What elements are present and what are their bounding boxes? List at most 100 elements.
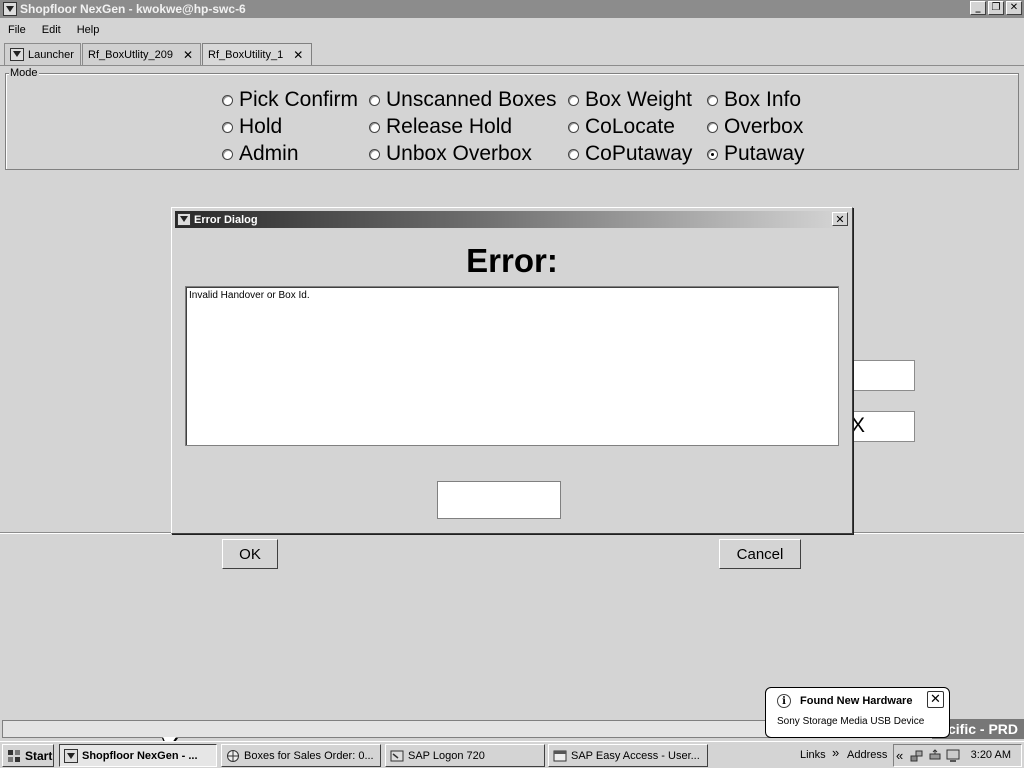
tab-rf-boxutlity-209[interactable]: Rf_BoxUtlity_209 ✕ [82,43,201,65]
radio-box-weight[interactable]: Box Weight [568,88,692,112]
radio-circle [369,94,380,106]
radio-label: CoLocate [585,115,675,138]
dialog-heading: Error: [466,242,558,279]
notification-close-button[interactable]: ✕ [927,691,944,708]
close-window-button[interactable]: ✕ [1006,1,1022,15]
radio-label: Admin [239,142,299,165]
radio-circle [568,94,579,106]
links-toolbar[interactable]: Links [800,749,826,761]
radio-circle [707,94,718,106]
links-chevron-icon[interactable]: » [832,745,839,760]
dialog-title-bar[interactable]: Error Dialog ✕ [175,211,849,228]
taskbar: Start Shopfloor NexGen - ... Boxes for S… [0,741,1024,768]
radio-putaway[interactable]: Putaway [707,142,805,166]
browser-icon [227,749,239,762]
tab-label: Rf_BoxUtlity_209 [88,48,173,61]
tab-rf-boxutility-1[interactable]: Rf_BoxUtility_1 ✕ [202,43,312,66]
mode-legend: Mode [9,67,39,79]
menu-file[interactable]: File [0,21,34,41]
radio-pick-confirm[interactable]: Pick Confirm [222,88,358,112]
info-icon: i [777,694,791,708]
radio-unscanned-boxes[interactable]: Unscanned Boxes [369,88,556,112]
radio-hold[interactable]: Hold [222,115,282,139]
sap-window-icon [553,750,567,761]
radio-colocate[interactable]: CoLocate [568,115,675,139]
dialog-close-button[interactable]: ✕ [832,212,848,226]
tab-content-border [0,65,1024,66]
computer-icon[interactable] [946,749,960,763]
taskbar-button-shopfloor[interactable]: Shopfloor NexGen - ... [59,744,217,767]
radio-label: Box Weight [585,88,692,111]
error-dialog: Error Dialog ✕ Error: Invalid Handover o… [171,207,853,534]
dialog-title: Error Dialog [194,213,258,226]
radio-label: Hold [239,115,283,138]
radio-overbox[interactable]: Overbox [707,115,803,139]
window-title: Shopfloor NexGen - kwokwe@hp-swc-6 [20,2,246,16]
radio-label: Pick Confirm [239,88,359,111]
radio-circle [707,121,718,133]
ok-button[interactable]: OK [222,539,278,569]
clock[interactable]: 3:20 AM [971,749,1011,761]
network-icon[interactable] [910,749,924,763]
address-toolbar[interactable]: Address [847,749,887,761]
radio-label: Putaway [724,142,805,165]
hardware-notification[interactable]: i Found New Hardware ✕ Sony Storage Medi… [765,687,950,738]
notification-text: Sony Storage Media USB Device [777,716,925,727]
cancel-button[interactable]: Cancel [719,539,801,569]
app-icon [10,48,24,61]
input-field-2-value: X [851,414,866,437]
radio-coputaway[interactable]: CoPutaway [568,142,692,166]
tab-label: Rf_BoxUtility_1 [208,49,284,61]
close-tab-icon[interactable]: ✕ [183,48,193,62]
radio-label: CoPutaway [585,142,693,165]
radio-label: Box Info [724,88,802,111]
minimize-button[interactable]: _ [970,1,986,15]
radio-label: Unbox Overbox [386,142,532,165]
system-tray: « 3:20 AM [893,744,1022,767]
menu-help[interactable]: Help [69,21,108,41]
radio-label: Overbox [724,115,804,138]
taskbar-button-label: Shopfloor NexGen - ... [82,749,198,762]
start-button[interactable]: Start [2,744,54,767]
window-title-bar[interactable]: Shopfloor NexGen - kwokwe@hp-swc-6 _ ❐ ✕ [0,0,1024,18]
menu-bar: File Edit Help [0,21,107,41]
taskbar-button-sap-logon[interactable]: SAP Logon 720 [385,744,545,767]
taskbar-button-label: SAP Logon 720 [408,749,485,762]
radio-circle [222,94,233,106]
close-tab-icon[interactable]: ✕ [293,48,303,62]
radio-circle [369,148,380,160]
tab-label: Launcher [28,48,74,61]
tray-expand-icon[interactable]: « [896,748,903,763]
sap-logon-icon [390,750,404,761]
radio-circle [369,121,380,133]
radio-circle-selected [707,148,718,160]
maximize-button[interactable]: ❐ [988,1,1004,15]
dialog-ok-button[interactable] [437,481,561,519]
taskbar-button-boxes-for-sales-order[interactable]: Boxes for Sales Order: 0... [221,744,381,767]
taskbar-button-label: Boxes for Sales Order: 0... [244,749,374,762]
taskbar-button-label: SAP Easy Access - User... [571,749,700,762]
radio-admin[interactable]: Admin [222,142,299,166]
start-label: Start [25,748,53,763]
radio-release-hold[interactable]: Release Hold [369,115,512,139]
safely-remove-hardware-icon[interactable] [928,749,942,763]
radio-circle [568,121,579,133]
radio-label: Unscanned Boxes [386,88,557,111]
app-icon [3,2,17,16]
radio-box-info[interactable]: Box Info [707,88,801,112]
app-icon [177,213,191,226]
notification-title: Found New Hardware [800,695,913,707]
app-icon [64,748,78,763]
error-message-area[interactable]: Invalid Handover or Box Id. [185,286,839,446]
radio-circle [568,148,579,160]
radio-unbox-overbox[interactable]: Unbox Overbox [369,142,532,166]
radio-circle [222,121,233,133]
windows-logo-icon [8,749,20,762]
tab-strip: Launcher Rf_BoxUtlity_209 ✕ Rf_BoxUtilit… [4,43,313,66]
tab-launcher[interactable]: Launcher [4,43,81,65]
taskbar-button-sap-easy-access[interactable]: SAP Easy Access - User... [548,744,708,767]
radio-circle [222,148,233,160]
menu-edit[interactable]: Edit [34,21,69,41]
radio-label: Release Hold [386,115,513,138]
desktop: Shopfloor NexGen - kwokwe@hp-swc-6 _ ❐ ✕… [0,0,1024,768]
